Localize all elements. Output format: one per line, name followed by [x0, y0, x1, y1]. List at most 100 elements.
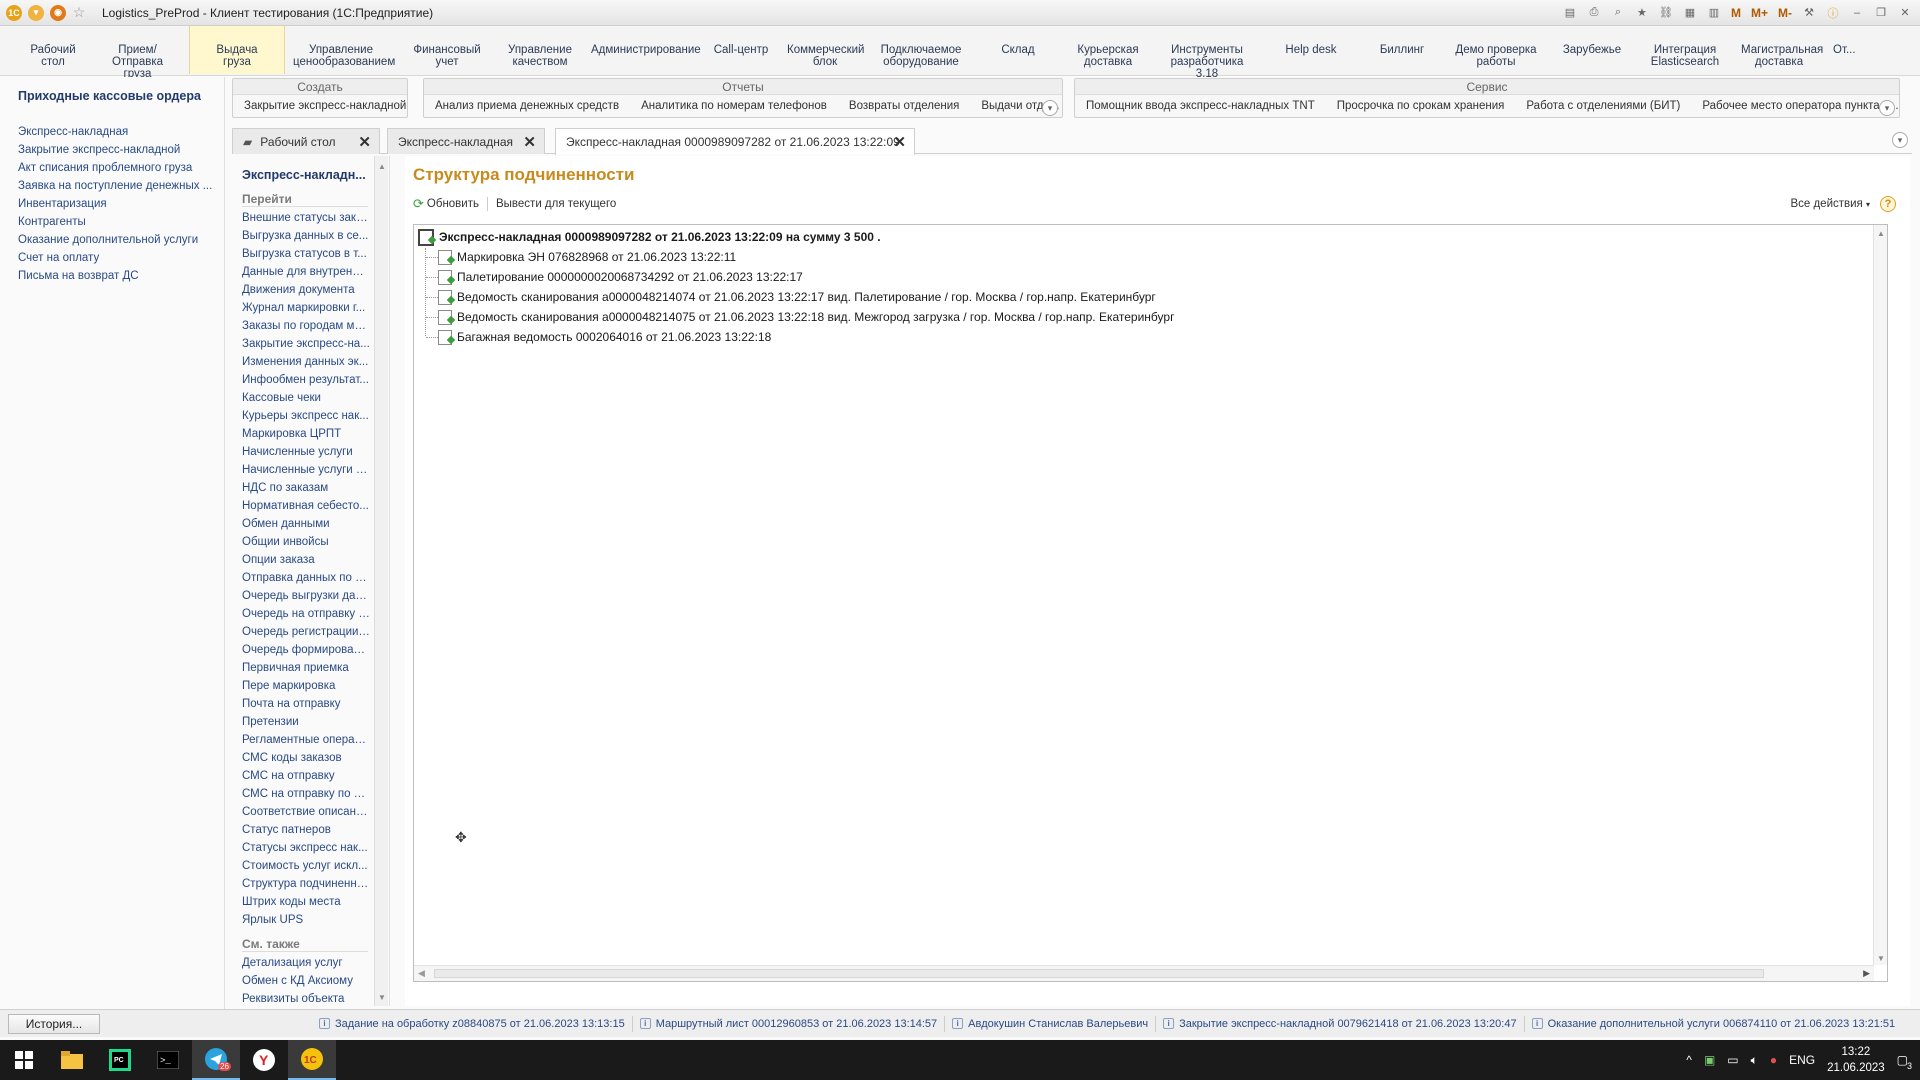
service-command[interactable]: Просрочка по срокам хранения — [1326, 100, 1516, 112]
notification-item[interactable]: i Оказание дополнительной услуги 00687411… — [1525, 1016, 1903, 1032]
close-tab-icon[interactable]: ✕ — [523, 133, 536, 151]
save-icon[interactable]: ▤ — [1563, 6, 1577, 20]
section-call-center[interactable]: Call-центр — [703, 26, 779, 74]
tab-express-document[interactable]: Экспресс-накладная 0000989097282 от 21.0… — [555, 128, 915, 155]
nav-item[interactable]: Счет на оплату — [18, 249, 218, 267]
goto-item[interactable]: Общии инвойсы — [242, 533, 370, 551]
hierarchy-tree[interactable]: Экспресс-накладная 0000989097282 от 21.0… — [413, 224, 1888, 982]
minimize-icon[interactable]: – — [1850, 6, 1864, 20]
history-circle-icon[interactable]: ◉ — [50, 4, 66, 21]
scroll-up-icon[interactable]: ▲ — [378, 162, 386, 171]
close-tab-icon[interactable]: ✕ — [893, 133, 906, 151]
all-actions-button[interactable]: Все действия ▾ — [1790, 198, 1870, 210]
tab-desktop[interactable]: ▰ Рабочий стол ✕ — [232, 128, 380, 154]
section-elasticsearch[interactable]: Интеграция Elasticsearch — [1637, 26, 1733, 74]
section-receive-send[interactable]: Прием/Отправка груза — [86, 26, 189, 80]
tree-root-row[interactable]: Экспресс-накладная 0000989097282 от 21.0… — [418, 227, 881, 247]
nav-item[interactable]: Оказание дополнительной услуги — [18, 231, 218, 249]
section-abroad[interactable]: Зарубежье — [1547, 26, 1637, 74]
nav-item[interactable]: Инвентаризация — [18, 195, 218, 213]
service-command[interactable]: Помощник ввода экспресс-накладных TNT — [1075, 100, 1326, 112]
goto-item[interactable]: Инфообмен результат... — [242, 371, 370, 389]
section-administration[interactable]: Администрирование — [583, 26, 703, 74]
goto-item[interactable]: Почта на отправку — [242, 695, 370, 713]
goto-item[interactable]: Начисленные услуги (д... — [242, 461, 370, 479]
history-button[interactable]: История... — [8, 1013, 100, 1034]
report-command[interactable]: Аналитика по номерам телефонов — [630, 100, 838, 112]
goto-item[interactable]: Соответствие описани... — [242, 803, 370, 821]
navigation-scrollbar[interactable]: ▲ ▼ — [374, 156, 388, 1006]
goto-item[interactable]: Очередь формировани... — [242, 641, 370, 659]
goto-item[interactable]: Первичная приемка — [242, 659, 370, 677]
menu-dropdown-icon[interactable]: ▾ — [28, 4, 44, 21]
goto-item[interactable]: Претензии — [242, 713, 370, 731]
tree-row[interactable]: Ведомость сканирования а0000048214074 от… — [438, 287, 1156, 307]
scroll-down-icon[interactable]: ▼ — [378, 993, 386, 1002]
tree-row[interactable]: Багажная ведомость 0002064016 от 21.06.2… — [438, 327, 771, 347]
goto-item[interactable]: Нормативная себесто... — [242, 497, 370, 515]
language-indicator[interactable]: ENG — [1789, 1053, 1815, 1067]
goto-item[interactable]: Ярлык UPS — [242, 911, 370, 929]
nav-item[interactable]: Контрагенты — [18, 213, 218, 231]
tabs-list-icon[interactable]: ▾ — [1892, 132, 1908, 148]
section-pricing[interactable]: Управление ценообразованием — [285, 26, 397, 74]
see-also-item[interactable]: Детализация услуг — [242, 954, 370, 972]
link-icon[interactable]: ⛓ — [1659, 6, 1673, 20]
tree-row[interactable]: Ведомость сканирования а0000048214075 от… — [438, 307, 1174, 327]
goto-item[interactable]: Внешние статусы зака... — [242, 209, 370, 227]
section-finance[interactable]: Финансовый учет — [397, 26, 497, 74]
pycharm-icon[interactable]: PC — [96, 1040, 144, 1080]
scroll-down-icon[interactable]: ▼ — [1877, 954, 1885, 963]
tools-icon[interactable]: ⚒ — [1802, 6, 1816, 20]
section-issue-cargo[interactable]: Выдача груза — [189, 26, 285, 74]
section-warehouse[interactable]: Склад — [971, 26, 1065, 74]
calendar-icon[interactable]: ▥ — [1707, 6, 1721, 20]
nav-item[interactable]: Акт списания проблемного груза — [18, 159, 218, 177]
see-also-item[interactable]: Обмен с КД Аксиому — [242, 972, 370, 990]
goto-item[interactable]: Очередь регистрации ... — [242, 623, 370, 641]
section-more[interactable]: От... — [1825, 26, 1855, 74]
section-quality[interactable]: Управление качеством — [497, 26, 583, 74]
goto-item[interactable]: Заказы по городам ма... — [242, 317, 370, 335]
tree-horizontal-scrollbar[interactable]: ◀ ▶ — [414, 965, 1874, 981]
scroll-thumb[interactable] — [434, 969, 1764, 978]
notification-item[interactable]: i Авдокушин Станислав Валерьевич — [945, 1015, 1157, 1032]
goto-item[interactable]: Стоимость услуг искл... — [242, 857, 370, 875]
reports-more-icon[interactable]: ▾ — [1042, 100, 1058, 116]
goto-item[interactable]: Регламентные операции — [242, 731, 370, 749]
yandex-browser-icon[interactable]: Y — [240, 1040, 288, 1080]
windows-start-icon[interactable] — [0, 1040, 48, 1080]
nav-item[interactable]: Закрытие экспресс-накладной — [18, 141, 218, 159]
section-demo[interactable]: Демо проверка работы — [1445, 26, 1547, 74]
goto-item[interactable]: Выгрузка статусов в т... — [242, 245, 370, 263]
goto-item[interactable]: СМС на отправку — [242, 767, 370, 785]
goto-item[interactable]: Пере маркировка — [242, 677, 370, 695]
scroll-up-icon[interactable]: ▲ — [1877, 229, 1885, 238]
tree-vertical-scrollbar[interactable]: ▲ ▼ — [1873, 225, 1887, 965]
nav-item[interactable]: Экспресс-накладная — [18, 123, 218, 141]
goto-item[interactable]: Статус патнеров — [242, 821, 370, 839]
goto-item[interactable]: Маркировка ЦРПТ — [242, 425, 370, 443]
preview-icon[interactable]: ⌕ — [1611, 6, 1625, 20]
goto-item[interactable]: Обмен данными — [242, 515, 370, 533]
goto-item[interactable]: СМС на отправку по ус... — [242, 785, 370, 803]
app-tray-icon[interactable]: ▣ — [1704, 1053, 1715, 1067]
goto-item[interactable]: Очередь на отправку д... — [242, 605, 370, 623]
goto-item[interactable]: Отправка данных по с... — [242, 569, 370, 587]
section-courier[interactable]: Курьерская доставка — [1065, 26, 1151, 74]
info-icon[interactable]: ⓘ — [1826, 6, 1840, 20]
section-desktop[interactable]: Рабочий стол — [20, 26, 86, 74]
goto-item[interactable]: Начисленные услуги — [242, 443, 370, 461]
goto-item[interactable]: Статусы экспресс нак... — [242, 839, 370, 857]
goto-item[interactable]: Очередь выгрузки дан... — [242, 587, 370, 605]
network-icon[interactable]: ▭ — [1727, 1053, 1738, 1067]
app-logo-icon[interactable]: 1С — [6, 4, 22, 21]
goto-item[interactable]: СМС коды заказов — [242, 749, 370, 767]
goto-item[interactable]: Кассовые чеки — [242, 389, 370, 407]
notification-item[interactable]: i Закрытие экспресс-накладной 0079621418 … — [1156, 1015, 1525, 1032]
restore-icon[interactable]: ❐ — [1874, 6, 1888, 20]
memory-plus-button[interactable]: M+ — [1751, 6, 1768, 20]
create-command[interactable]: Закрытие экспресс-накладной — [233, 100, 417, 112]
favorite-add-icon[interactable]: ★ — [1635, 6, 1649, 20]
see-also-item[interactable]: Реквизиты объекта — [242, 990, 370, 1006]
